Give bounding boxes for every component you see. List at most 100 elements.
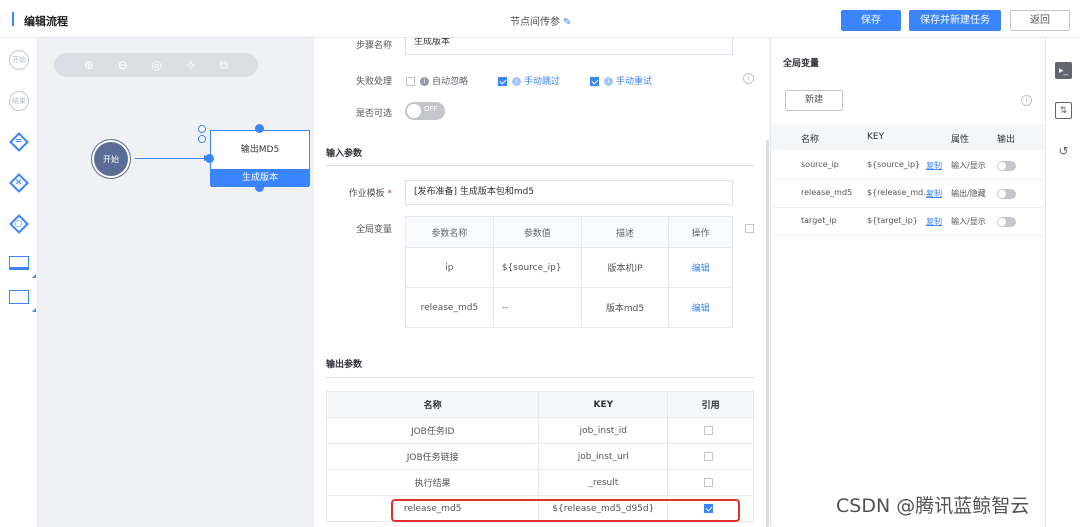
fit-view-icon[interactable]: ⊹ xyxy=(186,58,196,72)
task-node[interactable]: 输出MD5 生成版本 xyxy=(210,130,310,187)
palette-branch-gateway[interactable]: × xyxy=(8,172,30,194)
global-var-label: 全局变量 xyxy=(355,225,392,235)
history-icon[interactable]: ↺ xyxy=(1055,142,1072,159)
flow-canvas[interactable]: ⊕ ⊖ ◎ ⊹ ⧉ 开始 输出MD5 生成版本 xyxy=(38,38,314,527)
copy-link[interactable]: 复制 xyxy=(926,216,942,227)
col-header: 名称 xyxy=(325,391,540,418)
template-select[interactable]: [发布准备] 生成版本包和md5 xyxy=(405,180,733,205)
col-header: 名称 xyxy=(801,135,820,145)
connector-handle[interactable] xyxy=(205,154,214,163)
variable-key: ${target_ip} xyxy=(867,216,918,225)
node-palette: 开始 结束 = × ○ xyxy=(0,38,38,527)
variable-attr: 输入/显示 xyxy=(951,217,986,226)
template-label: 作业模板 * xyxy=(348,189,392,199)
output-key: job_inst_url xyxy=(538,443,669,470)
connector-handle[interactable] xyxy=(255,124,264,133)
col-header: 参数值 xyxy=(492,216,582,248)
auto-ignore-option[interactable]: i 自动忽略 xyxy=(406,74,468,87)
start-circle-icon: 开始 xyxy=(9,50,29,70)
title-marker xyxy=(12,12,14,26)
start-node[interactable]: 开始 xyxy=(94,142,128,176)
output-name: 执行结果 xyxy=(325,469,540,496)
table-row: ip ${source_ip} 版本机IP 编辑 xyxy=(405,247,733,288)
new-variable-button[interactable]: 新建 xyxy=(785,90,843,111)
manual-skip-checkbox[interactable] xyxy=(498,77,507,86)
zoom-out-icon[interactable]: ⊖ xyxy=(118,58,128,72)
optional-label: 是否可选 xyxy=(355,109,392,119)
col-header: 属性 xyxy=(951,135,970,145)
node-settings-icon[interactable] xyxy=(198,135,206,143)
reference-cell xyxy=(667,417,754,444)
flow-edge[interactable] xyxy=(135,158,207,159)
save-and-new-task-button[interactable]: 保存并新建任务 xyxy=(909,10,1001,31)
param-name: release_md5 xyxy=(405,287,494,328)
zoom-toolbar: ⊕ ⊖ ◎ ⊹ ⧉ xyxy=(54,53,258,77)
reference-checkbox[interactable] xyxy=(703,425,713,435)
layout-icon[interactable]: ⧉ xyxy=(220,58,229,73)
settings-sliders-icon[interactable]: ⇅ xyxy=(1055,102,1072,119)
variable-row[interactable]: source_ip ${source_ip} 复制 输入/显示 xyxy=(771,152,1046,180)
connector-handle[interactable] xyxy=(255,183,264,192)
variables-header-row: 名称 KEY 属性 输出 xyxy=(771,124,1046,150)
output-key: job_inst_id xyxy=(538,417,669,444)
page-title: 编辑流程 xyxy=(24,15,68,28)
edit-pen-icon[interactable]: ✎ xyxy=(563,17,571,28)
edit-link[interactable]: 编辑 xyxy=(668,287,733,328)
palette-parallel-gateway[interactable]: = xyxy=(8,131,30,153)
task-node-title: 输出MD5 xyxy=(240,145,280,155)
help-icon[interactable]: i xyxy=(1021,95,1032,106)
output-toggle[interactable] xyxy=(997,161,1016,171)
highlight-annotation-box xyxy=(391,499,740,522)
node-name-header[interactable]: 节点间传参 ✎ xyxy=(510,13,571,28)
col-header: 描述 xyxy=(580,216,670,248)
reference-checkbox[interactable] xyxy=(703,451,713,461)
save-button[interactable]: 保存 xyxy=(841,10,901,31)
zoom-in-icon[interactable]: ⊕ xyxy=(84,58,94,72)
variables-title: 全局变量 xyxy=(783,59,820,69)
palette-start[interactable]: 开始 xyxy=(8,49,30,71)
table-row: release_md5 -- 版本md5 编辑 xyxy=(405,287,733,328)
node-config-panel: 步骤名称 生成版本 失败处理 i 自动忽略 i 手动跳过 i 手动重试 i 是否可选 … xyxy=(314,38,769,527)
panel-scrollbar[interactable] xyxy=(766,140,769,527)
reference-checkbox[interactable] xyxy=(703,477,713,487)
col-header: KEY xyxy=(867,132,885,142)
global-variables-tab-icon[interactable]: ▸_ xyxy=(1055,62,1072,79)
subprocess-node-icon xyxy=(9,290,29,304)
palette-subprocess-node[interactable] xyxy=(8,286,30,308)
reset-view-icon[interactable]: ◎ xyxy=(152,58,162,72)
top-bar: 编辑流程 节点间传参 ✎ 保存 保存并新建任务 返回 xyxy=(0,0,1080,38)
back-button[interactable]: 返回 xyxy=(1010,10,1070,31)
variable-row[interactable]: release_md5 ${release_md... 复制 输出/隐藏 xyxy=(771,180,1046,208)
info-icon: i xyxy=(512,77,521,86)
copy-link[interactable]: 复制 xyxy=(926,160,942,171)
edit-link[interactable]: 编辑 xyxy=(668,247,733,288)
variable-row[interactable]: target_ip ${target_ip} 复制 输入/显示 xyxy=(771,208,1046,236)
divider xyxy=(326,377,754,378)
palette-converge-gateway[interactable]: ○ xyxy=(8,213,30,235)
manual-skip-option[interactable]: i 手动跳过 xyxy=(498,74,560,87)
help-icon[interactable]: i xyxy=(743,73,754,84)
end-circle-icon: 结束 xyxy=(9,91,29,111)
auto-ignore-checkbox[interactable] xyxy=(406,77,415,86)
manual-retry-checkbox[interactable] xyxy=(590,77,599,86)
param-value: ${source_ip} xyxy=(492,247,582,288)
info-icon: i xyxy=(604,77,613,86)
palette-end[interactable]: 结束 xyxy=(8,90,30,112)
watermark: CSDN @腾讯蓝鲸智云 xyxy=(836,495,1030,517)
col-header: 参数名称 xyxy=(405,216,494,248)
divider xyxy=(326,165,754,166)
node-settings-icon[interactable] xyxy=(198,125,206,133)
copy-link[interactable]: 复制 xyxy=(926,188,942,199)
param-desc: 版本md5 xyxy=(580,287,670,328)
output-toggle[interactable] xyxy=(997,189,1016,199)
optional-toggle[interactable]: OFF xyxy=(405,102,445,120)
col-header: 输出 xyxy=(997,135,1016,145)
variable-attr: 输入/显示 xyxy=(951,161,986,170)
variable-key: ${release_md... xyxy=(867,188,931,197)
table-row: 执行结果 _result xyxy=(325,469,754,496)
output-toggle[interactable] xyxy=(997,217,1016,227)
manual-retry-option[interactable]: i 手动重试 xyxy=(590,74,652,87)
palette-task-node[interactable] xyxy=(8,252,30,274)
global-var-checkbox[interactable] xyxy=(745,224,754,233)
step-name-input[interactable]: 生成版本 xyxy=(405,38,733,55)
